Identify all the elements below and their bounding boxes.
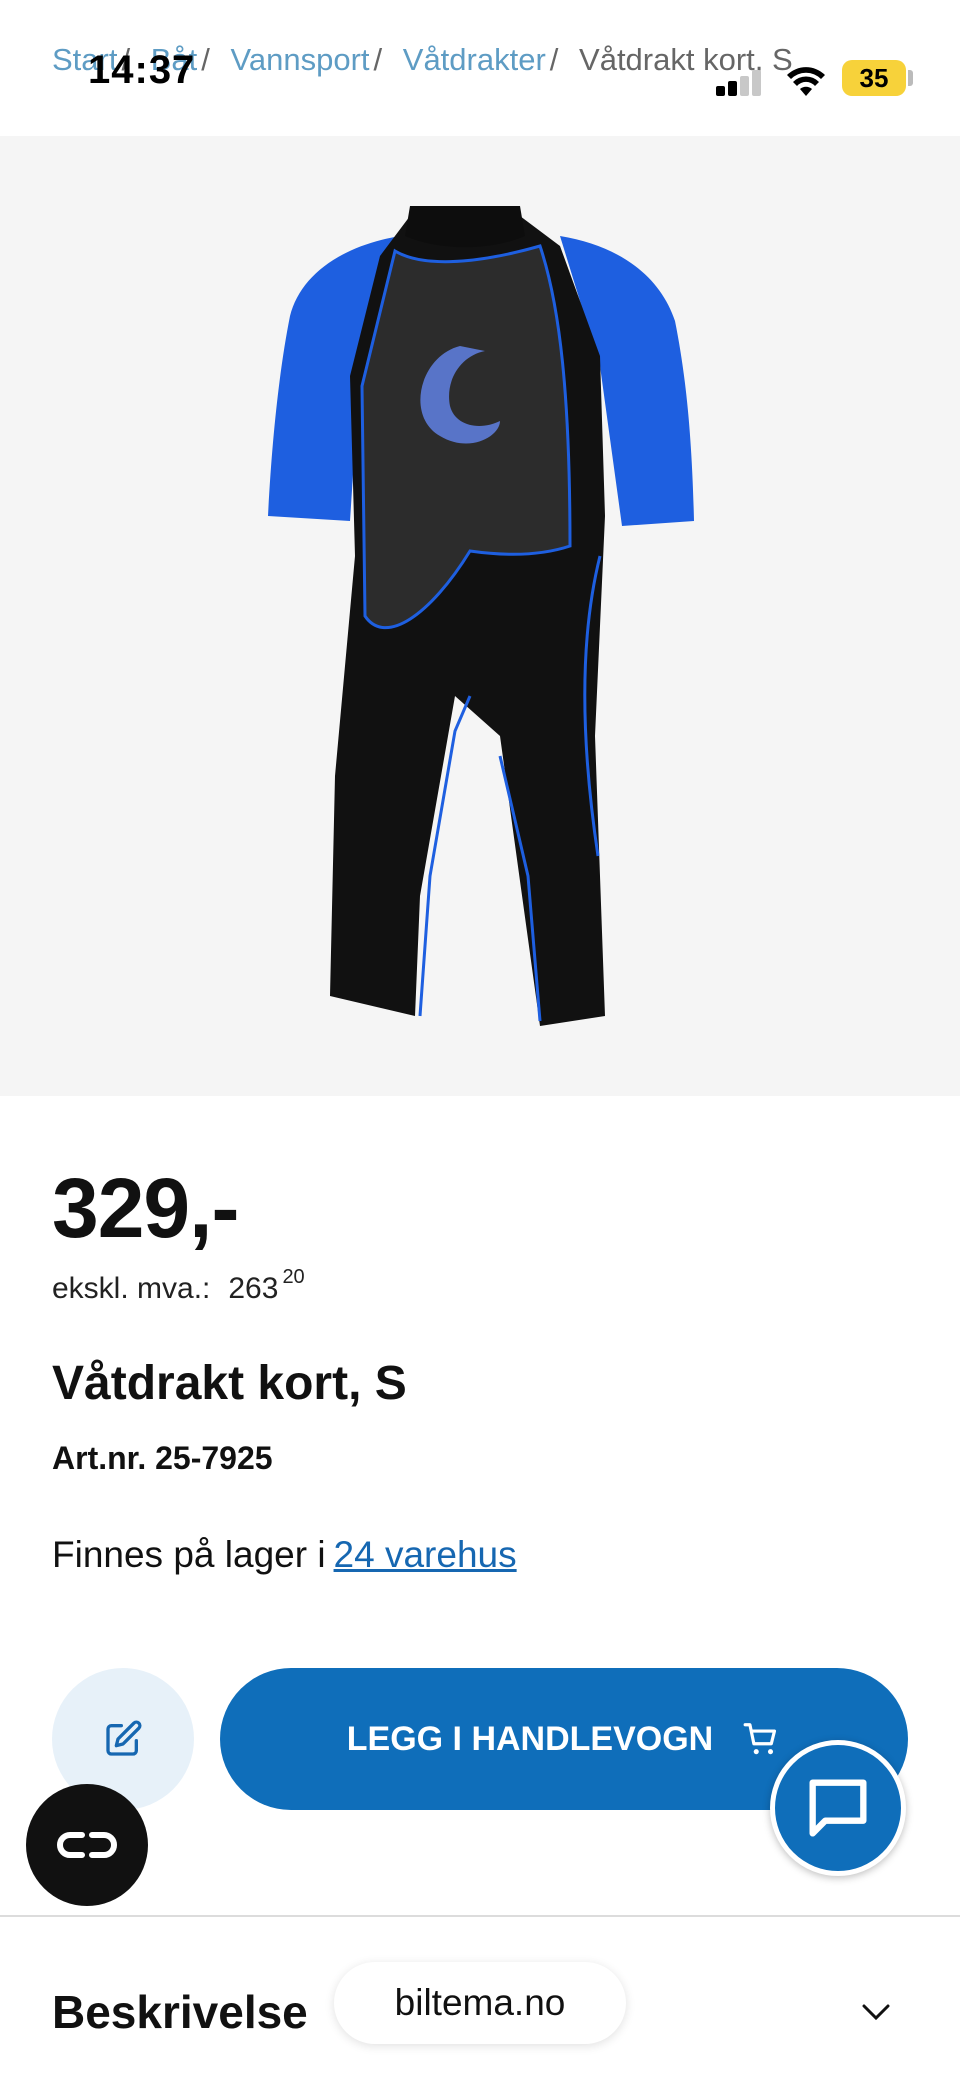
accessibility-button[interactable]	[26, 1784, 148, 1906]
section-divider	[0, 1915, 960, 1917]
ex-vat-amount: 263	[228, 1272, 279, 1305]
accessibility-icon	[57, 1832, 117, 1858]
product-image[interactable]	[0, 136, 960, 1096]
product-price: 329,-	[52, 1161, 239, 1255]
product-title: Våtdrakt kort, S	[52, 1357, 407, 1410]
browser-url-bar[interactable]: biltema.no	[334, 1962, 626, 2044]
breadcrumb-separator: /	[121, 42, 131, 77]
breadcrumb-vannsport[interactable]: Vannsport	[231, 42, 370, 77]
add-to-cart-label: LEGG I HANDLEVOGN	[346, 1719, 714, 1758]
ex-vat-label: ekskl. mva.:	[52, 1272, 211, 1305]
breadcrumb-start[interactable]: Start	[52, 42, 117, 77]
chevron-down-icon[interactable]	[858, 1994, 894, 2030]
breadcrumb-vatdrakter[interactable]: Våtdrakter	[403, 42, 546, 77]
price-ex-vat: ekskl. mva.: 263 20	[52, 1266, 305, 1306]
store-availability-link[interactable]: 24 varehus	[334, 1534, 517, 1575]
article-number: Art.nr. 25-7925	[52, 1440, 273, 1476]
wetsuit-image	[268, 206, 694, 1026]
breadcrumb-bat[interactable]: Båt	[151, 42, 198, 77]
breadcrumb-separator: /	[549, 42, 559, 77]
cart-icon	[743, 1723, 777, 1755]
breadcrumb-current: Våtdrakt kort, S	[579, 42, 793, 77]
stock-text: Finnes på lager i	[52, 1534, 326, 1575]
breadcrumb: Start / Båt / Vannsport / Våtdrakter / Våtdr…	[52, 42, 960, 92]
breadcrumb-separator: /	[373, 42, 383, 77]
ex-vat-decimals: 20	[282, 1266, 305, 1288]
edit-note-icon	[106, 1720, 142, 1756]
chat-icon	[809, 1779, 867, 1837]
description-heading[interactable]: Beskrivelse	[52, 1985, 308, 2039]
chat-button[interactable]	[770, 1740, 906, 1876]
stock-status: Finnes på lager i 24 varehus	[52, 1534, 517, 1576]
breadcrumb-separator: /	[201, 42, 210, 77]
